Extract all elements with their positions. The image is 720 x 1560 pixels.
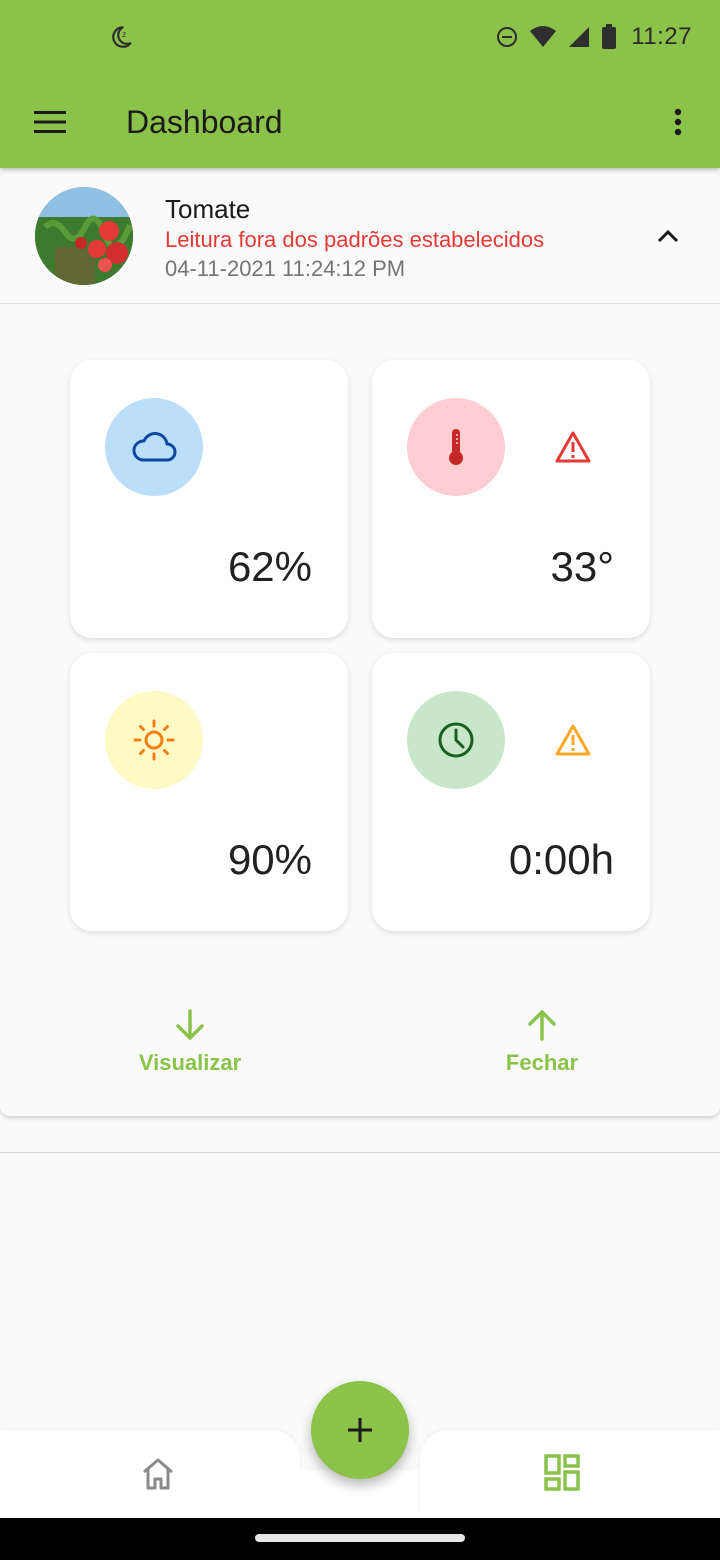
cloud-icon: [132, 432, 177, 462]
crop-avatar: [35, 187, 133, 285]
battery-icon: [602, 24, 617, 49]
system-navigation-bar: [0, 1518, 720, 1560]
wifi-icon: [530, 26, 557, 47]
time-icon-circle: [407, 691, 505, 789]
clock-icon: [438, 722, 474, 758]
add-button[interactable]: [311, 1381, 409, 1479]
close-button[interactable]: Fechar: [422, 1008, 662, 1098]
app-bar: z 11:27 Dashboard: [0, 0, 720, 168]
collapse-button[interactable]: [652, 220, 684, 252]
status-time: 11:27: [631, 23, 692, 50]
dashboard-icon[interactable]: [542, 1452, 582, 1492]
humidity-icon-circle: [105, 398, 203, 496]
crop-card-header[interactable]: Tomate Leitura fora dos padrões estabele…: [0, 170, 720, 304]
temperature-icon-circle: [407, 398, 505, 496]
page-title: Dashboard: [126, 104, 283, 140]
close-button-label: Fechar: [505, 1050, 579, 1075]
crop-card: Tomate Leitura fora dos padrões estabele…: [0, 170, 720, 1116]
more-options-button[interactable]: [662, 100, 694, 144]
do-not-disturb-moon-icon: z: [112, 26, 132, 48]
svg-text:z: z: [122, 30, 126, 39]
luminosity-value: 90%: [227, 836, 312, 883]
warning-icon: [555, 431, 591, 463]
sun-icon: [133, 719, 175, 761]
humidity-value: 62%: [227, 543, 312, 590]
home-icon[interactable]: [138, 1454, 178, 1494]
view-button-label: Visualizar: [138, 1050, 242, 1075]
view-button[interactable]: Visualizar: [70, 1008, 310, 1098]
status-icons: 11:27: [495, 20, 692, 54]
dnd-icon: [497, 27, 518, 47]
time-value: 0:00h: [508, 836, 614, 883]
temperature-value: 33°: [550, 543, 614, 590]
crop-name: Tomate: [165, 194, 251, 224]
arrow-up-icon: [528, 1010, 556, 1041]
chevron-up-icon: [657, 229, 679, 243]
time-tile[interactable]: 0:00h: [372, 653, 650, 931]
signal-icon: [569, 27, 590, 47]
divider: [0, 1152, 720, 1153]
crop-reading-time: 04-11-2021 11:24:12 PM: [165, 256, 406, 281]
humidity-tile[interactable]: 62%: [70, 360, 348, 638]
thermometer-icon: [449, 429, 463, 465]
tomato-plant-image: [35, 187, 133, 285]
more-vert-icon: [674, 108, 682, 136]
warning-icon: [555, 724, 591, 756]
temperature-tile[interactable]: 33°: [372, 360, 650, 638]
luminosity-icon-circle: [105, 691, 203, 789]
plus-icon: [348, 1418, 372, 1442]
hamburger-icon: [34, 111, 66, 133]
crop-alert-status: Leitura fora dos padrões estabelecidos: [165, 227, 545, 252]
arrow-down-icon: [176, 1009, 204, 1040]
menu-button[interactable]: [28, 100, 72, 144]
luminosity-tile[interactable]: 90%: [70, 653, 348, 931]
home-gesture-pill[interactable]: [255, 1534, 465, 1542]
